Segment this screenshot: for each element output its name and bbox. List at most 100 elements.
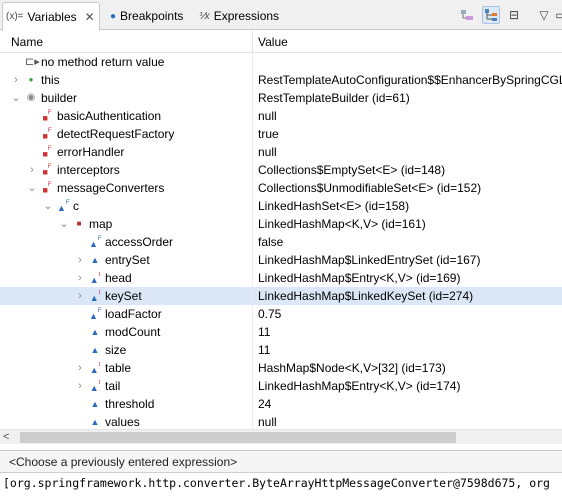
expand-chevron-icon[interactable]: › bbox=[73, 359, 87, 377]
tree-row[interactable]: ⊏▸ no method return value bbox=[0, 53, 562, 71]
tree-row[interactable]: ■F errorHandler null bbox=[0, 143, 562, 161]
protected-transient-field-icon: ▲t bbox=[89, 272, 101, 285]
tree-row-name-cell: › ▲t keySet bbox=[0, 287, 252, 305]
variable-value: 24 bbox=[258, 397, 272, 411]
tree-row-name-cell: › ▲t head bbox=[0, 269, 252, 287]
column-divider bbox=[252, 287, 253, 305]
tab-variables[interactable]: (x)= Variables ✕ bbox=[2, 2, 100, 31]
tree-row[interactable]: ■F basicAuthentication null bbox=[0, 107, 562, 125]
expand-chevron-icon[interactable]: › bbox=[73, 269, 87, 287]
tab-expressions[interactable]: ⅟x Expressions bbox=[199, 2, 279, 30]
variable-name: this bbox=[41, 73, 60, 87]
tree-row-name-cell: › ▲ entrySet bbox=[0, 251, 252, 269]
column-header-name[interactable]: Name bbox=[11, 35, 43, 49]
variable-value: 11 bbox=[258, 343, 271, 357]
tree-row[interactable]: ▲F loadFactor 0.75 bbox=[0, 305, 562, 323]
tree-row-name-cell: ■F detectRequestFactory bbox=[0, 125, 252, 143]
variable-value: RestTemplateAutoConfiguration$$EnhancerB… bbox=[258, 73, 562, 87]
variable-value: LinkedHashMap$LinkedEntrySet (id=167) bbox=[258, 253, 481, 267]
variables-tree[interactable]: ⊏▸ no method return value › ● this RestTempla… bbox=[0, 53, 562, 429]
collapse-all-icon[interactable]: ⊟ bbox=[505, 6, 523, 24]
column-divider bbox=[252, 305, 253, 323]
variable-name: messageConverters bbox=[57, 181, 165, 195]
collapse-chevron-icon[interactable]: ⌄ bbox=[9, 89, 23, 107]
scrollbar-thumb[interactable] bbox=[20, 432, 456, 443]
expression-history-combo[interactable]: <Choose a previously entered expression> bbox=[0, 450, 562, 472]
tree-row-name-cell: › ▲t tail bbox=[0, 377, 252, 395]
tree-row[interactable]: ⌄ ■F messageConverters Collections$Unmodifi… bbox=[0, 179, 562, 197]
tree-row[interactable]: › ▲ entrySet LinkedHashMap$LinkedEntrySet (… bbox=[0, 251, 562, 269]
scroll-left-icon[interactable]: < bbox=[3, 430, 9, 445]
tree-row[interactable]: ▲ values null bbox=[0, 413, 562, 429]
tree-row[interactable]: ▲F accessOrder false bbox=[0, 233, 562, 251]
tree-row[interactable]: ▲ size 11 bbox=[0, 341, 562, 359]
tab-breakpoints[interactable]: ● Breakpoints bbox=[110, 2, 183, 30]
column-divider bbox=[252, 395, 253, 413]
tree-row-name-cell: ▲ values bbox=[0, 413, 252, 429]
column-divider bbox=[252, 413, 253, 429]
expand-chevron-icon[interactable]: › bbox=[73, 377, 87, 395]
protected-transient-field-icon: ▲t bbox=[89, 380, 101, 393]
tree-row[interactable]: ⌄ ▲F c LinkedHashSet<E> (id=158) bbox=[0, 197, 562, 215]
column-header-value[interactable]: Value bbox=[258, 35, 288, 49]
column-divider bbox=[252, 125, 253, 143]
variable-name: tail bbox=[105, 379, 121, 393]
show-logical-structure-icon[interactable] bbox=[482, 6, 500, 24]
collapse-chevron-icon[interactable]: ⌄ bbox=[57, 215, 71, 233]
variable-name: detectRequestFactory bbox=[57, 127, 175, 141]
column-divider bbox=[252, 107, 253, 125]
horizontal-scrollbar[interactable]: < bbox=[0, 429, 562, 444]
variable-value: 11 bbox=[258, 325, 271, 339]
tree-row[interactable]: › ▲t keySet LinkedHashMap$LinkedKeySet (id=… bbox=[0, 287, 562, 305]
column-divider bbox=[252, 197, 253, 215]
variable-value: 0.75 bbox=[258, 307, 282, 321]
expand-chevron-icon[interactable]: › bbox=[9, 71, 23, 89]
expand-chevron-icon[interactable]: › bbox=[73, 251, 87, 269]
tree-row-name-cell: ▲ size bbox=[0, 341, 252, 359]
tree-row-name-cell: ▲ threshold bbox=[0, 395, 252, 413]
tree-row[interactable]: ⌄ ■ map LinkedHashMap<K,V> (id=161) bbox=[0, 215, 562, 233]
tree-row[interactable]: › ● this RestTemplateAutoConfiguration$$Enh… bbox=[0, 71, 562, 89]
protected-field-icon: ▲ bbox=[90, 327, 100, 337]
view-menu-icon[interactable]: ▽ bbox=[535, 6, 553, 24]
column-divider bbox=[252, 377, 253, 395]
variable-name: basicAuthentication bbox=[57, 109, 162, 123]
tree-row[interactable]: › ▲t head LinkedHashMap$Entry<K,V> (id=169) bbox=[0, 269, 562, 287]
variable-value: Collections$UnmodifiableSet<E> (id=152) bbox=[258, 181, 482, 195]
tree-row-name-cell: ⊏▸ no method return value bbox=[0, 53, 252, 71]
tree-row[interactable]: › ▲t tail LinkedHashMap$Entry<K,V> (id=174) bbox=[0, 377, 562, 395]
tree-row[interactable]: ▲ threshold 24 bbox=[0, 395, 562, 413]
variable-name: interceptors bbox=[57, 163, 120, 177]
tree-row[interactable]: ■F detectRequestFactory true bbox=[0, 125, 562, 143]
column-divider bbox=[252, 89, 253, 107]
close-icon[interactable]: ✕ bbox=[85, 10, 95, 24]
expression-history-label: <Choose a previously entered expression> bbox=[9, 455, 238, 469]
variable-name: no method return value bbox=[41, 55, 165, 69]
tree-row[interactable]: › ■F interceptors Collections$EmptySet<E> (… bbox=[0, 161, 562, 179]
variable-name: c bbox=[73, 199, 79, 213]
column-divider bbox=[252, 161, 253, 179]
detail-value-pane[interactable]: [org.springframework.http.converter.Byte… bbox=[0, 472, 562, 500]
detail-value-text: [org.springframework.http.converter.Byte… bbox=[3, 476, 550, 490]
show-type-names-icon[interactable] bbox=[458, 6, 476, 24]
expand-chevron-icon[interactable]: › bbox=[73, 287, 87, 305]
minimize-icon[interactable]: ▭ bbox=[552, 6, 562, 24]
variable-name: head bbox=[105, 271, 132, 285]
column-divider bbox=[252, 179, 253, 197]
column-separator[interactable] bbox=[252, 31, 253, 53]
column-divider bbox=[252, 143, 253, 161]
collapse-chevron-icon[interactable]: ⌄ bbox=[41, 197, 55, 215]
variable-name: accessOrder bbox=[105, 235, 174, 249]
variable-value: RestTemplateBuilder (id=61) bbox=[258, 91, 410, 105]
this-icon: ● bbox=[28, 75, 34, 84]
collapse-chevron-icon[interactable]: ⌄ bbox=[25, 179, 39, 197]
tree-row[interactable]: ⌄ ◉ builder RestTemplateBuilder (id=61) bbox=[0, 89, 562, 107]
tree-row[interactable]: › ▲t table HashMap$Node<K,V>[32] (id=173) bbox=[0, 359, 562, 377]
tree-row-name-cell: ■F basicAuthentication bbox=[0, 107, 252, 125]
tree-row-name-cell: ⌄ ◉ builder bbox=[0, 89, 252, 107]
variable-value: true bbox=[258, 127, 279, 141]
expand-chevron-icon[interactable]: › bbox=[25, 161, 39, 179]
protected-field-icon: ▲ bbox=[90, 345, 100, 355]
tab-breakpoints-label: Breakpoints bbox=[120, 9, 184, 23]
tree-row[interactable]: ▲ modCount 11 bbox=[0, 323, 562, 341]
